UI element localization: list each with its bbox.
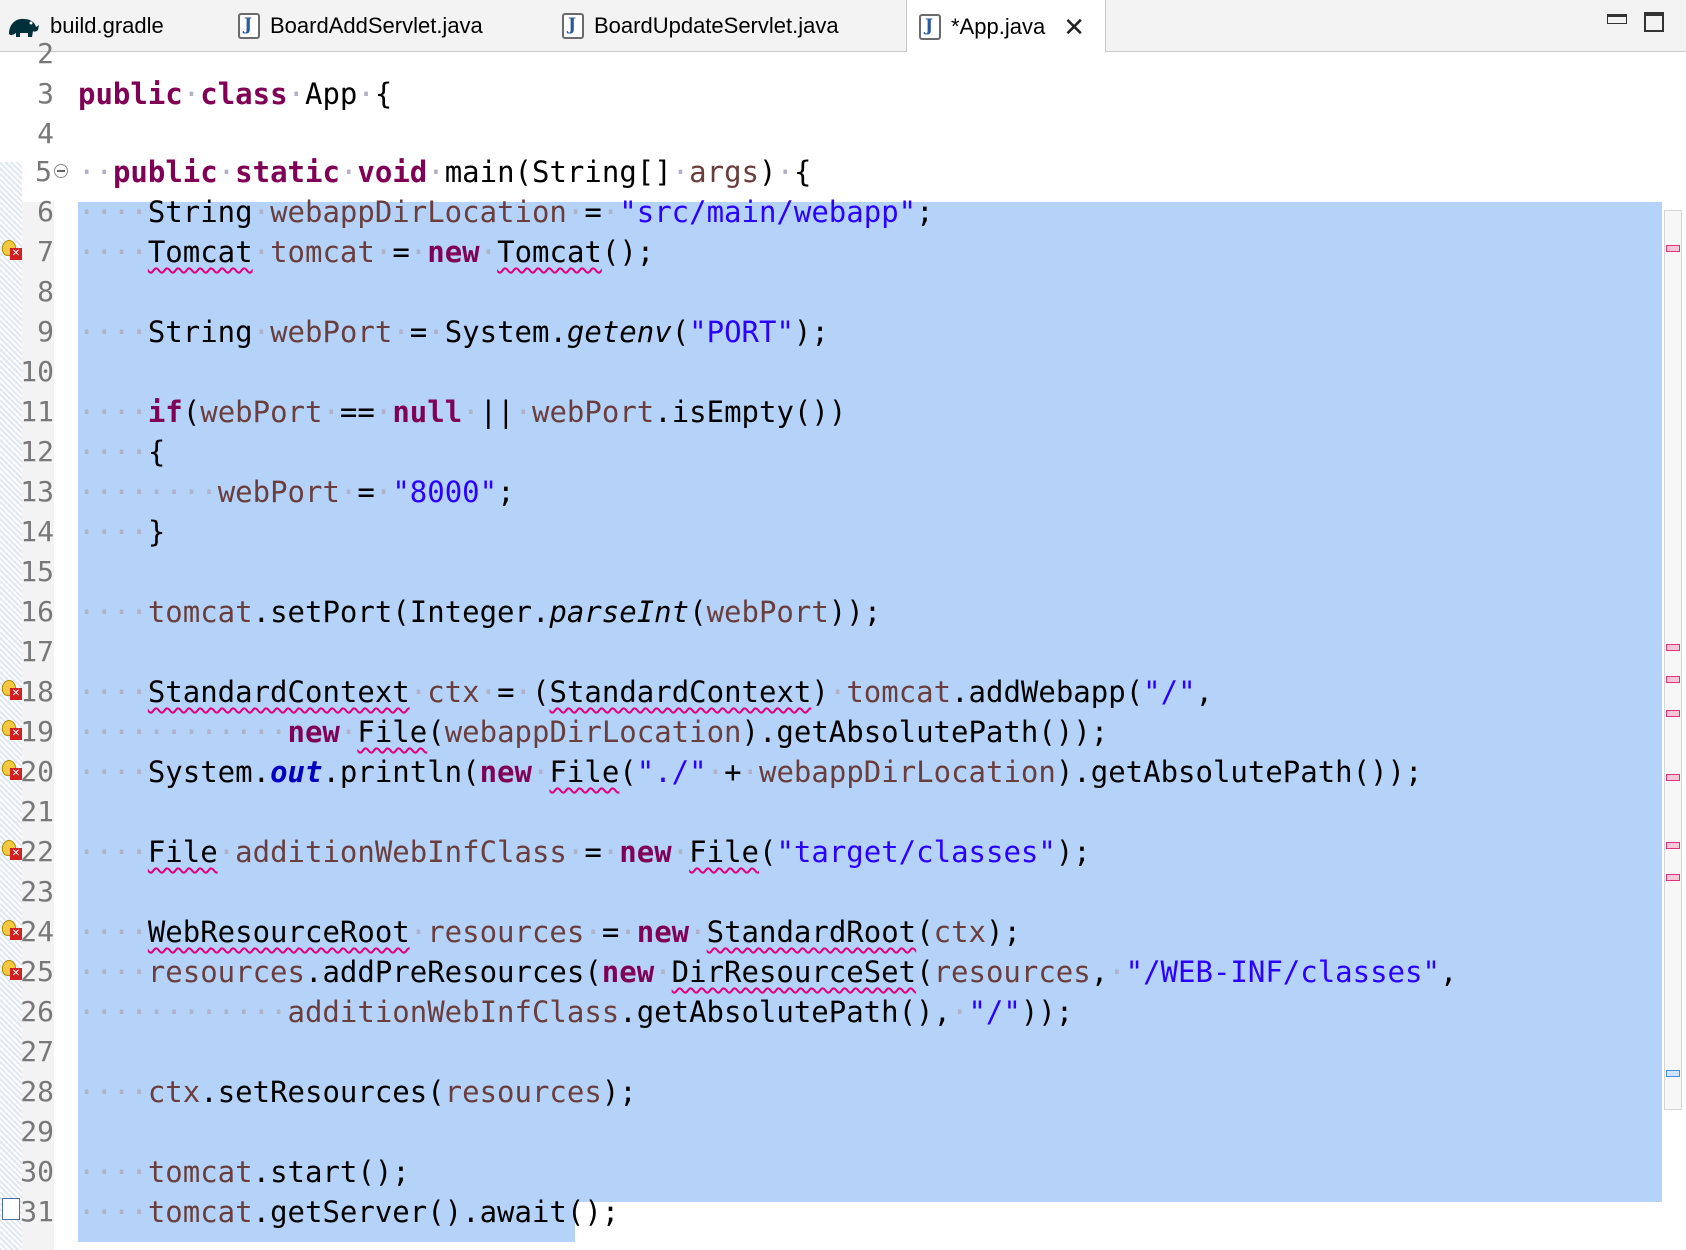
overview-selection-marker[interactable] [1666,1070,1680,1077]
overview-ruler[interactable] [1664,210,1682,1110]
line-number: 31 [20,1195,54,1228]
line-number: 14 [20,515,54,548]
line-number: 21 [20,795,54,828]
line-number: 23 [20,875,54,908]
line-number: 25 [20,955,54,988]
line-number: 18 [20,675,54,708]
code-line: ✕ 22 ····File·additionWebInfClass·=·new·… [0,832,1686,872]
code-line: 29 [0,1112,1686,1152]
line-number: 9 [37,315,54,348]
line-number: 26 [20,995,54,1028]
code-line: 16 ····tomcat.setPort(Integer.parseInt(w… [0,592,1686,632]
code-line: 28 ····ctx.setResources(resources); [0,1072,1686,1112]
line-number: 2 [37,37,54,70]
line-number: 20 [20,755,54,788]
line-number: 17 [20,635,54,668]
line-number: 3 [37,77,54,110]
code-line: ✕ 18 ····StandardContext·ctx·=·(Standard… [0,672,1686,712]
overview-error-marker[interactable] [1666,774,1680,781]
line-number: 10 [20,355,54,388]
line-number: 7 [37,235,54,268]
code-line: 15 [0,552,1686,592]
code-line: ✕ 20 ····System.out.println(new·File("./… [0,752,1686,792]
code-line: 10 [0,352,1686,392]
code-line: ✕ 7 ····Tomcat·tomcat·=·new·Tomcat(); [0,232,1686,272]
code-line: 26 ············additionWebInfClass.getAb… [0,992,1686,1032]
code-line: 8 [0,272,1686,312]
overview-error-marker[interactable] [1666,676,1680,683]
code-line: 30 ····tomcat.start(); [0,1152,1686,1192]
code-line: 12 ····{ [0,432,1686,472]
code-line: 13 ········webPort·=·"8000"; [0,472,1686,512]
overview-error-marker[interactable] [1666,874,1680,881]
code-editor[interactable]: 2 3 public·class·App·{ 4 5 ··public·stat… [0,37,1686,1250]
line-number: 27 [20,1035,54,1068]
line-number: 11 [20,395,54,428]
line-number: 8 [37,275,54,308]
line-number: 24 [20,915,54,948]
line-number: 13 [20,475,54,508]
code-line: 23 [0,872,1686,912]
code-line: 31 ····tomcat.getServer().await(); [0,1192,1686,1232]
line-number: 29 [20,1115,54,1148]
code-line: 4 [0,114,1686,154]
minimize-icon[interactable] [1607,14,1627,24]
line-number: 4 [37,117,54,150]
code-line: 27 [0,1032,1686,1072]
maximize-icon[interactable] [1644,12,1664,32]
code-line: 3 public·class·App·{ [0,74,1686,114]
line-number: 6 [37,195,54,228]
overview-error-marker[interactable] [1666,644,1680,651]
code-line: 6 ····String·webappDirLocation·=·"src/ma… [0,192,1686,232]
code-line: ✕ 25 ····resources.addPreResources(new·D… [0,952,1686,992]
overview-error-marker[interactable] [1666,710,1680,717]
code-line: 21 [0,792,1686,832]
code-line: ✕ 24 ····WebResourceRoot·resources·=·new… [0,912,1686,952]
line-number: 5 [35,155,52,188]
code-line: 17 [0,632,1686,672]
line-number: 15 [20,555,54,588]
code-line: 9 ····String·webPort·=·System.getenv("PO… [0,312,1686,352]
overview-error-marker[interactable] [1666,245,1680,252]
line-number: 30 [20,1155,54,1188]
code-line: ✕ 19 ············new·File(webappDirLocat… [0,712,1686,752]
line-number: 16 [20,595,54,628]
code-line: 5 ··public·static·void·main(String[]·arg… [0,152,1686,192]
fold-collapse-icon[interactable] [54,164,68,178]
code-line: 14 ····} [0,512,1686,552]
line-number: 28 [20,1075,54,1108]
line-number: 12 [20,435,54,468]
line-number: 19 [20,715,54,748]
code-line: 2 [0,34,1686,74]
code-line: 11 ····if(webPort·==·null·||·webPort.isE… [0,392,1686,432]
overview-error-marker[interactable] [1666,842,1680,849]
line-number: 22 [20,835,54,868]
